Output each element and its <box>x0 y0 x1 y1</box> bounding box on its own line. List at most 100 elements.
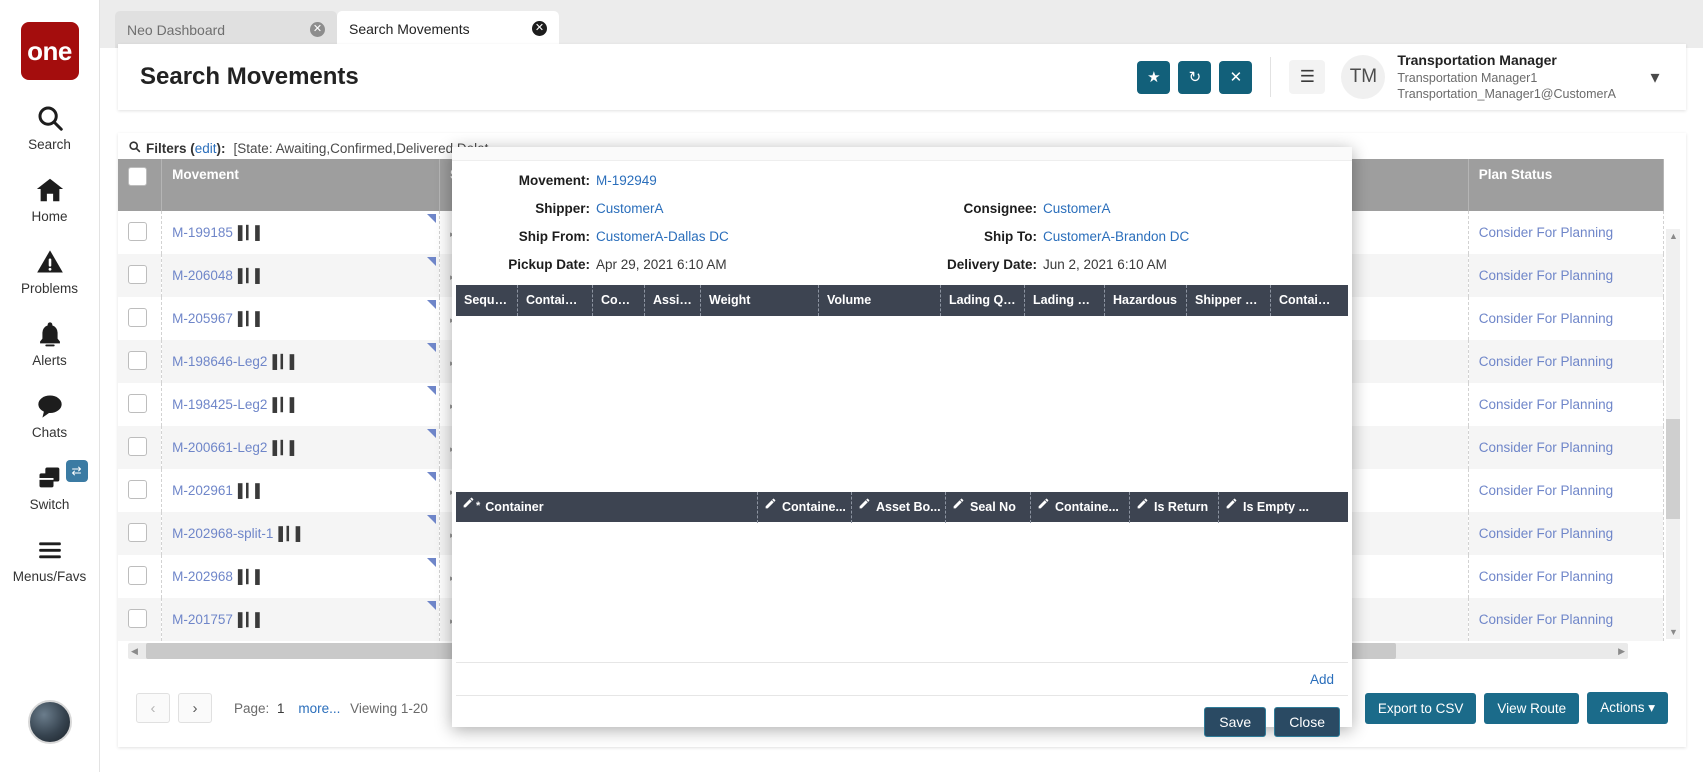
scrollbar-thumb[interactable] <box>1666 419 1680 519</box>
menu-button[interactable]: ☰ <box>1289 60 1325 94</box>
row-checkbox[interactable] <box>128 394 147 413</box>
scroll-left-icon[interactable]: ◀ <box>131 646 138 657</box>
column-header-plan-status[interactable]: Plan Status <box>1468 159 1663 211</box>
sidebar-item-problems[interactable]: Problems <box>2 246 98 296</box>
tab-search-movements[interactable]: Search Movements ✕ <box>337 11 559 48</box>
next-page-button[interactable]: › <box>178 693 212 723</box>
sidebar-item-menus-favs[interactable]: Menus/Favs <box>2 534 98 584</box>
user-menu-caret[interactable]: ▾ <box>1638 60 1672 94</box>
cell-movement[interactable]: M-202968▌▎▌ <box>162 555 440 598</box>
lading-column-header-8[interactable]: Hazardous <box>1105 285 1187 316</box>
prev-page-button[interactable]: ‹ <box>136 693 170 723</box>
row-checkbox[interactable] <box>128 480 147 499</box>
export-csv-button[interactable]: Export to CSV <box>1365 693 1477 724</box>
row-checkbox[interactable] <box>128 566 147 585</box>
row-select-cell[interactable] <box>118 469 162 512</box>
movement-link[interactable]: M-202968-split-1 <box>172 526 273 541</box>
cell-movement[interactable]: M-200661-Leg2▌▎▌ <box>162 426 440 469</box>
scroll-down-icon[interactable]: ▼ <box>1669 627 1678 637</box>
lading-column-header-5[interactable]: Volume <box>819 285 941 316</box>
lading-column-header-6[interactable]: Lading Qu... <box>941 285 1025 316</box>
row-checkbox[interactable] <box>128 222 147 241</box>
movement-value-link[interactable]: M-192949 <box>596 173 657 188</box>
ship-from-value-link[interactable]: CustomerA-Dallas DC <box>596 229 729 244</box>
more-pages-link[interactable]: more... <box>298 701 340 716</box>
row-select-cell[interactable] <box>118 426 162 469</box>
edit-pencil-icon[interactable] <box>764 492 777 522</box>
cell-movement[interactable]: M-198425-Leg2▌▎▌ <box>162 383 440 426</box>
lading-column-header-4[interactable]: Weight <box>701 285 819 316</box>
add-link[interactable]: Add <box>1310 672 1334 687</box>
cell-movement[interactable]: M-201757▌▎▌ <box>162 598 440 641</box>
container-column-header-5[interactable]: Is Return <box>1130 492 1219 523</box>
container-column-header-3[interactable]: Seal No <box>946 492 1031 523</box>
edit-pencil-icon[interactable] <box>952 492 965 522</box>
select-all-header[interactable] <box>118 159 162 211</box>
row-select-cell[interactable] <box>118 383 162 426</box>
cell-movement[interactable]: M-199185▌▎▌ <box>162 211 440 254</box>
switch-badge-icon[interactable]: ⇄ <box>66 460 88 482</box>
select-all-checkbox[interactable] <box>128 167 147 186</box>
sidebar-item-alerts[interactable]: Alerts <box>2 318 98 368</box>
shipper-value-link[interactable]: CustomerA <box>596 201 664 216</box>
row-select-cell[interactable] <box>118 254 162 297</box>
movement-link[interactable]: M-202961 <box>172 483 233 498</box>
movement-link[interactable]: M-198425-Leg2 <box>172 397 267 412</box>
consignee-value-link[interactable]: CustomerA <box>1043 201 1111 216</box>
ship-to-value-link[interactable]: CustomerA-Brandon DC <box>1043 229 1189 244</box>
lading-column-header-1[interactable]: Container ... <box>518 285 593 316</box>
scroll-up-icon[interactable]: ▲ <box>1669 231 1678 241</box>
container-column-header-2[interactable]: Asset Bo... <box>852 492 946 523</box>
movement-link[interactable]: M-205967 <box>172 311 233 326</box>
lading-column-header-7[interactable]: Lading De... <box>1025 285 1105 316</box>
view-route-button[interactable]: View Route <box>1484 693 1579 724</box>
row-checkbox[interactable] <box>128 265 147 284</box>
lading-column-header-3[interactable]: Assig... <box>645 285 701 316</box>
sidebar-item-home[interactable]: Home <box>2 174 98 224</box>
lading-column-header-9[interactable]: Shipper O... <box>1187 285 1271 316</box>
save-button[interactable]: Save <box>1204 707 1266 737</box>
vertical-scrollbar[interactable]: ▲ ▼ <box>1666 229 1680 639</box>
container-column-header-0[interactable]: *Container <box>456 492 758 523</box>
lading-column-header-0[interactable]: Seque... <box>456 285 518 316</box>
edit-pencil-icon[interactable] <box>1225 492 1238 522</box>
row-checkbox[interactable] <box>128 609 147 628</box>
column-header-movement[interactable]: Movement <box>162 159 440 211</box>
refresh-button[interactable]: ↻ <box>1178 61 1211 94</box>
cell-movement[interactable]: M-198646-Leg2▌▎▌ <box>162 340 440 383</box>
close-icon[interactable]: ✕ <box>310 22 325 37</box>
cell-movement[interactable]: M-202968-split-1▌▎▌ <box>162 512 440 555</box>
lading-column-header-10[interactable]: Container ... <box>1271 285 1346 316</box>
row-select-cell[interactable] <box>118 297 162 340</box>
container-column-header-1[interactable]: Containe... <box>758 492 852 523</box>
row-select-cell[interactable] <box>118 598 162 641</box>
actions-dropdown-button[interactable]: Actions ▾ <box>1587 692 1668 724</box>
edit-pencil-icon[interactable] <box>1136 492 1149 522</box>
row-select-cell[interactable] <box>118 340 162 383</box>
row-select-cell[interactable] <box>118 512 162 555</box>
container-column-header-6[interactable]: Is Empty ... <box>1219 492 1323 523</box>
avatar[interactable] <box>28 700 72 744</box>
close-button[interactable]: Close <box>1274 707 1340 737</box>
cell-movement[interactable]: M-202961▌▎▌ <box>162 469 440 512</box>
cell-movement[interactable]: M-205967▌▎▌ <box>162 297 440 340</box>
sidebar-item-chats[interactable]: Chats <box>2 390 98 440</box>
cell-movement[interactable]: M-206048▌▎▌ <box>162 254 440 297</box>
close-button[interactable]: ✕ <box>1219 61 1252 94</box>
edit-pencil-icon[interactable] <box>858 492 871 522</box>
favorite-button[interactable]: ★ <box>1137 61 1170 94</box>
user-avatar[interactable]: TM <box>1341 55 1385 99</box>
sidebar-item-search[interactable]: Search <box>2 102 98 152</box>
movement-link[interactable]: M-199185 <box>172 225 233 240</box>
close-icon[interactable]: ✕ <box>532 21 547 36</box>
movement-link[interactable]: M-201757 <box>172 612 233 627</box>
row-select-cell[interactable] <box>118 211 162 254</box>
scroll-right-icon[interactable]: ▶ <box>1618 646 1625 657</box>
row-checkbox[interactable] <box>128 308 147 327</box>
row-checkbox[interactable] <box>128 351 147 370</box>
row-checkbox[interactable] <box>128 523 147 542</box>
row-select-cell[interactable] <box>118 555 162 598</box>
sidebar-item-switch[interactable]: ⇄ Switch <box>2 462 98 512</box>
movement-link[interactable]: M-206048 <box>172 268 233 283</box>
edit-pencil-icon[interactable] <box>1037 492 1050 522</box>
